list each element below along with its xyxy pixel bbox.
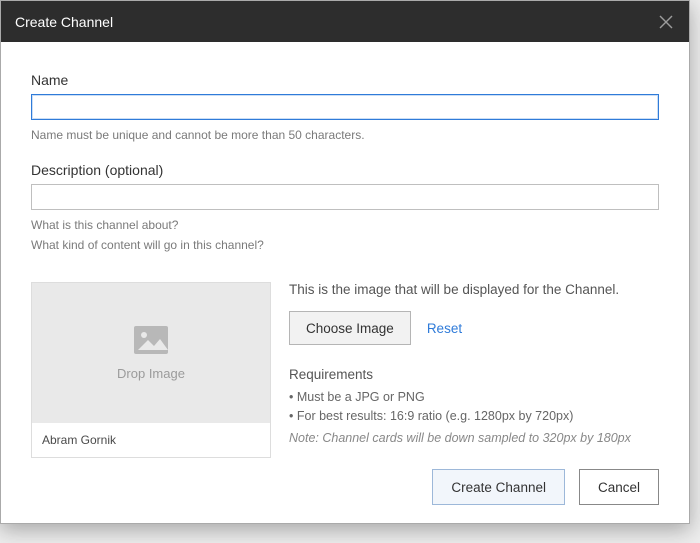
image-section: Drop Image Abram Gornik This is the imag…	[31, 282, 659, 458]
image-placeholder-icon	[134, 326, 168, 354]
requirements-note: Note: Channel cards will be down sampled…	[289, 431, 659, 445]
description-label: Description (optional)	[31, 162, 659, 178]
image-info: This is the image that will be displayed…	[289, 282, 659, 458]
image-card: Drop Image Abram Gornik	[31, 282, 271, 458]
image-drop-area[interactable]: Drop Image	[32, 283, 270, 423]
reset-link[interactable]: Reset	[427, 321, 462, 336]
drop-label: Drop Image	[117, 366, 185, 381]
choose-image-button[interactable]: Choose Image	[289, 311, 411, 345]
name-label: Name	[31, 72, 659, 88]
dialog-title: Create Channel	[15, 14, 657, 30]
cancel-button[interactable]: Cancel	[579, 469, 659, 505]
image-lead: This is the image that will be displayed…	[289, 282, 659, 297]
requirement-2: For best results: 16:9 ratio (e.g. 1280p…	[289, 407, 659, 426]
description-input[interactable]	[31, 184, 659, 210]
name-hint: Name must be unique and cannot be more t…	[31, 126, 659, 144]
close-button[interactable]	[657, 13, 675, 31]
create-channel-dialog: Create Channel Name Name must be unique …	[0, 0, 690, 524]
requirement-1: Must be a JPG or PNG	[289, 388, 659, 407]
dialog-body: Name Name must be unique and cannot be m…	[1, 42, 689, 476]
description-hint-2: What kind of content will go in this cha…	[31, 236, 659, 254]
dialog-titlebar: Create Channel	[1, 1, 689, 42]
card-owner: Abram Gornik	[32, 423, 270, 457]
description-hint-1: What is this channel about?	[31, 216, 659, 234]
requirements-title: Requirements	[289, 367, 659, 382]
create-channel-button[interactable]: Create Channel	[432, 469, 565, 505]
dialog-footer: Create Channel Cancel	[432, 469, 659, 505]
close-icon	[659, 15, 673, 29]
name-input[interactable]	[31, 94, 659, 120]
